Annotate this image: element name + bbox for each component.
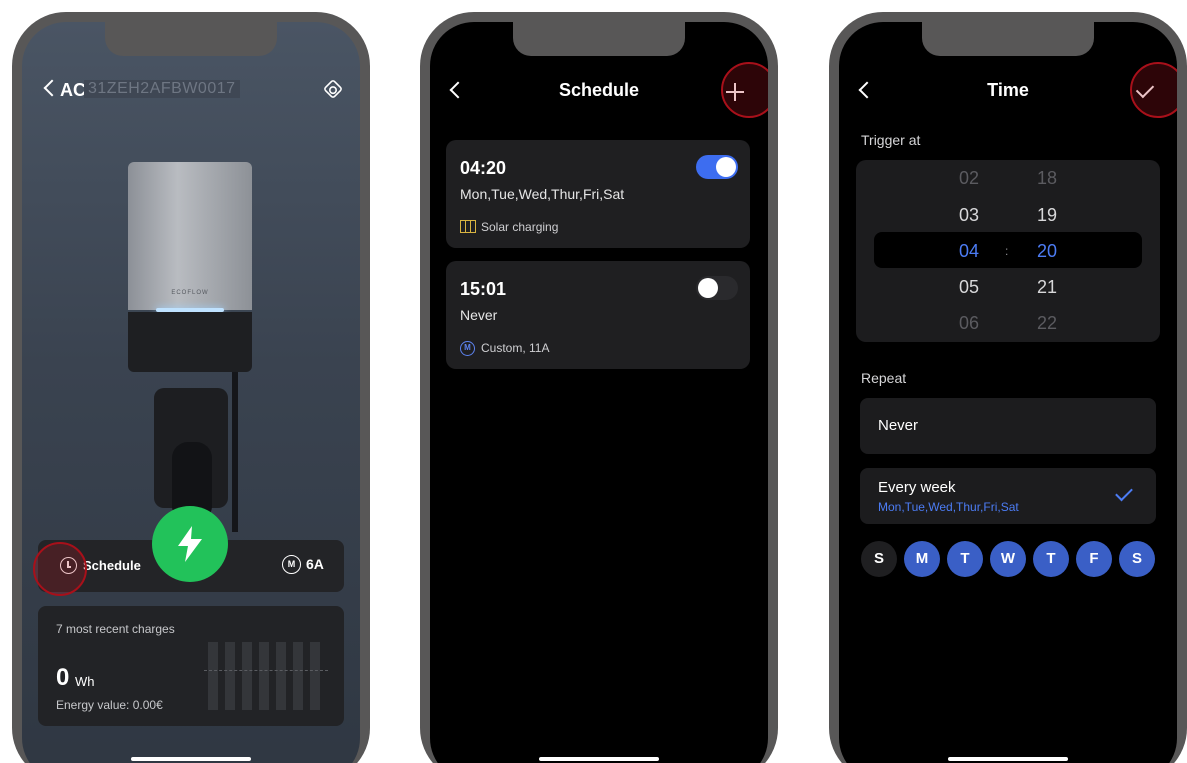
option-subtitle: Mon,Tue,Wed,Thur,Fri,Sat (878, 500, 1019, 514)
energy-value: 0 (56, 664, 70, 691)
lightning-bolt-icon (178, 526, 202, 562)
phone-time: Time Trigger at 02 03 04 05 06 : 18 19 2… (829, 12, 1187, 763)
minute-option[interactable]: 22 (1027, 313, 1067, 334)
phone-notch (922, 22, 1094, 56)
minute-option[interactable]: 19 (1027, 205, 1067, 226)
settings-gear-icon[interactable] (322, 78, 344, 100)
schedule-item[interactable]: 15:01 Never M Custom, 11A (446, 261, 750, 369)
schedule-toggle[interactable] (696, 155, 738, 179)
charger-base (128, 312, 252, 372)
day-tuesday[interactable]: T (947, 541, 983, 577)
current-amp[interactable]: 6A (306, 556, 324, 572)
home-indicator (131, 757, 251, 761)
chart-bar (208, 642, 218, 710)
energy-unit: Wh (75, 674, 95, 689)
hour-option-selected[interactable]: 04 (949, 241, 989, 262)
day-friday[interactable]: F (1076, 541, 1112, 577)
phone-device: AC 31ZEH2AFBW0017 ECOFLOW Schedule M 6A (12, 12, 370, 763)
day-thursday[interactable]: T (1033, 541, 1069, 577)
day-wednesday[interactable]: W (990, 541, 1026, 577)
back-chevron-icon[interactable] (42, 78, 56, 100)
schedule-time: 15:01 (460, 279, 507, 299)
highlight-ring (721, 62, 768, 118)
chart-bar (310, 642, 320, 710)
schedule-time: 04:20 (460, 158, 507, 178)
phone-schedule: Schedule 04:20 Mon,Tue,Wed,Thur,Fri,Sat … (420, 12, 778, 763)
page-title: Time (987, 80, 1029, 100)
solar-panel-icon (460, 220, 476, 233)
recent-title: 7 most recent charges (56, 622, 175, 636)
schedule-mode: Custom, 11A (481, 341, 550, 355)
device-serial: 31ZEH2AFBW0017 (84, 80, 240, 98)
device-screen: AC 31ZEH2AFBW0017 ECOFLOW Schedule M 6A (22, 22, 360, 763)
toggle-knob (698, 278, 718, 298)
charger-cable (232, 372, 238, 532)
recent-charges-card: 7 most recent charges 0 Wh Energy value:… (38, 606, 344, 726)
device-topbar: AC 31ZEH2AFBW0017 (22, 76, 360, 104)
day-monday[interactable]: M (904, 541, 940, 577)
trigger-label: Trigger at (861, 132, 921, 148)
day-saturday[interactable]: S (1119, 541, 1155, 577)
repeat-option-every-week[interactable]: Every week Mon,Tue,Wed,Thur,Fri,Sat (860, 468, 1156, 524)
schedule-item[interactable]: 04:20 Mon,Tue,Wed,Thur,Fri,Sat Solar cha… (446, 140, 750, 248)
hour-option[interactable]: 02 (949, 168, 989, 189)
minute-option[interactable]: 21 (1027, 277, 1067, 298)
start-charge-button[interactable] (152, 506, 228, 582)
toggle-knob (716, 157, 736, 177)
schedule-days: Never (460, 307, 498, 323)
repeat-label: Repeat (861, 370, 907, 386)
repeat-option-never[interactable]: Never (860, 398, 1156, 454)
schedule-screen: Schedule 04:20 Mon,Tue,Wed,Thur,Fri,Sat … (430, 22, 768, 763)
highlight-ring (33, 542, 87, 596)
home-indicator (948, 757, 1068, 761)
charges-bar-chart (208, 642, 326, 710)
phone-notch (513, 22, 685, 56)
option-title: Never (878, 417, 919, 434)
charger-logo: ECOFLOW (171, 290, 209, 296)
highlight-ring (1130, 62, 1177, 118)
schedule-days: Mon,Tue,Wed,Thur,Fri,Sat (460, 186, 625, 202)
selected-check-icon (1115, 483, 1133, 502)
time-screen: Time Trigger at 02 03 04 05 06 : 18 19 2… (839, 22, 1177, 763)
stage: AC 31ZEH2AFBW0017 ECOFLOW Schedule M 6A (0, 0, 1187, 763)
chart-bar (225, 642, 235, 710)
chart-bar (242, 642, 252, 710)
device-title: AC (60, 80, 86, 100)
time-colon: : (1005, 244, 1009, 258)
energy-price: Energy value: 0.00€ (56, 698, 163, 712)
hour-option[interactable]: 03 (949, 205, 989, 226)
hour-option[interactable]: 05 (949, 277, 989, 298)
chart-baseline (204, 670, 328, 671)
mode-m-icon: M (282, 555, 301, 574)
minute-option[interactable]: 18 (1027, 168, 1067, 189)
home-indicator (539, 757, 659, 761)
minute-option-selected[interactable]: 20 (1027, 241, 1067, 262)
schedule-label: Schedule (83, 558, 141, 573)
page-title: Schedule (558, 80, 640, 100)
time-picker[interactable]: 02 03 04 05 06 : 18 19 20 21 22 (856, 160, 1160, 342)
option-title: Every week (878, 479, 956, 496)
charger-body: ECOFLOW (128, 162, 252, 310)
chart-bar (293, 642, 303, 710)
phone-notch (105, 22, 277, 56)
chart-bar (276, 642, 286, 710)
schedule-mode: Solar charging (481, 220, 559, 234)
mode-m-icon: M (460, 341, 475, 356)
schedule-toggle[interactable] (696, 276, 738, 300)
chart-bar (259, 642, 269, 710)
hour-option[interactable]: 06 (949, 313, 989, 334)
day-sunday[interactable]: S (861, 541, 897, 577)
